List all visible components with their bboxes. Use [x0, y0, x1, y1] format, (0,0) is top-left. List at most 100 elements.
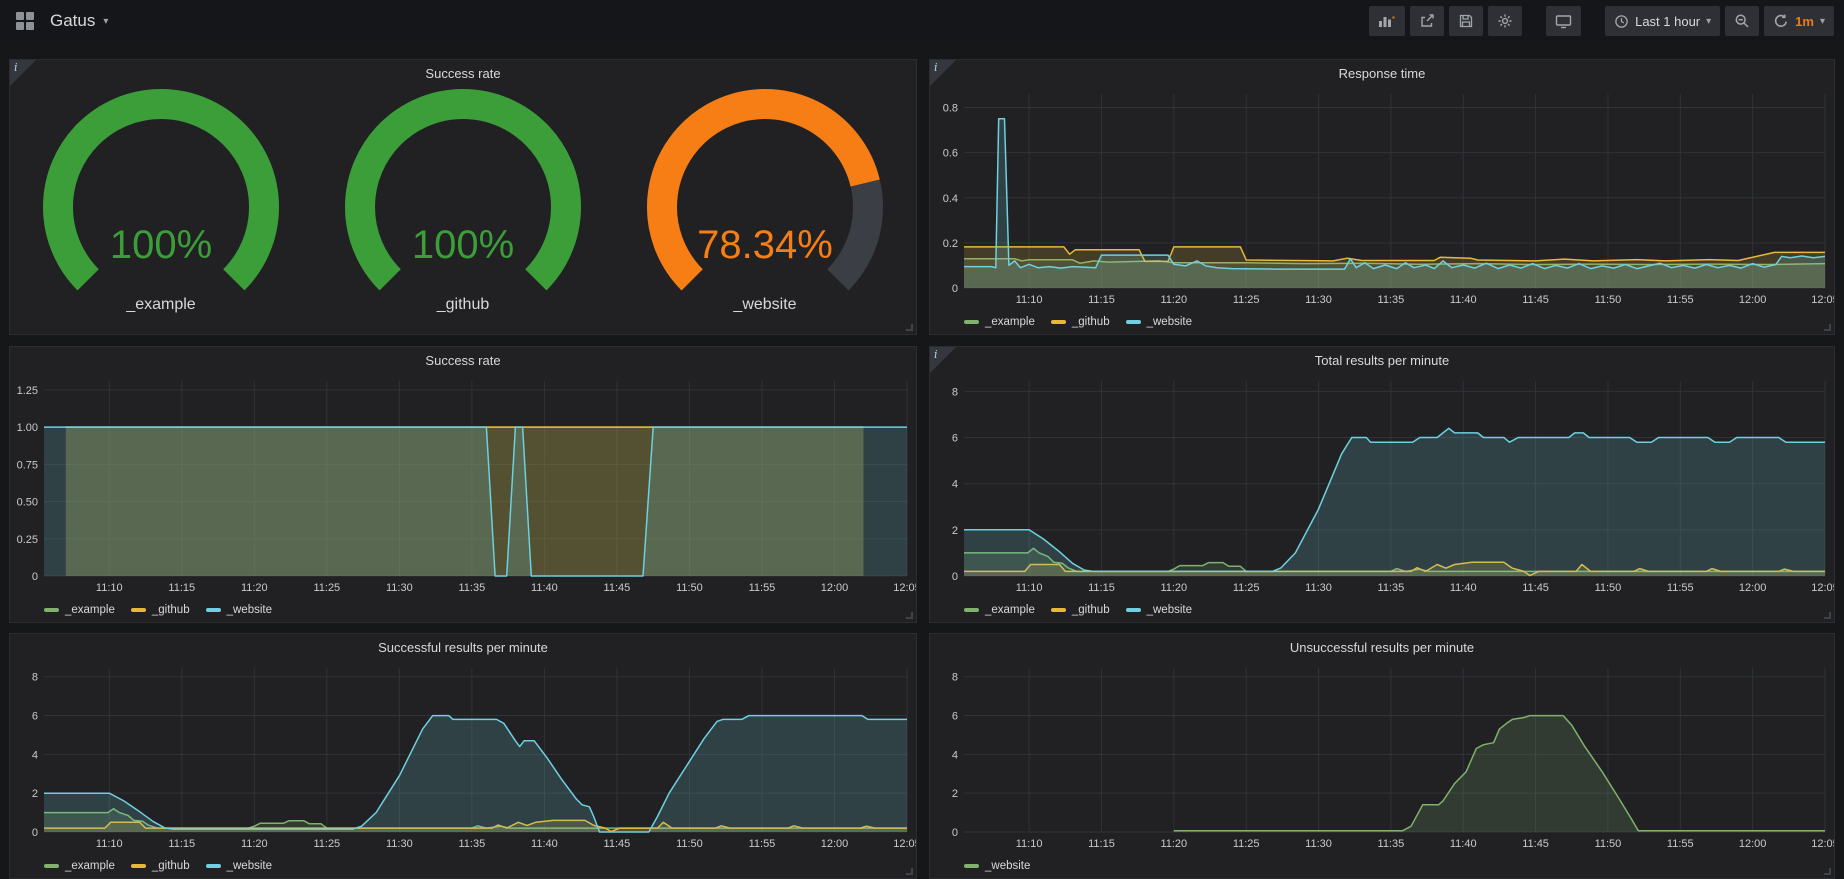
- zoom-out-button[interactable]: [1725, 6, 1759, 36]
- gauge-label: _github: [437, 296, 490, 314]
- panel-info-corner[interactable]: i: [10, 60, 36, 86]
- legend-item-_website[interactable]: _website: [206, 860, 272, 872]
- tv-mode-button[interactable]: [1546, 6, 1581, 36]
- chevron-down-icon: ▾: [1820, 16, 1825, 27]
- panel-resize-handle[interactable]: [1824, 868, 1831, 875]
- x-axis-tick-label: 11:50: [1595, 838, 1622, 850]
- panel-resize-handle[interactable]: [906, 324, 913, 331]
- legend-swatch: [964, 864, 979, 868]
- panel-title[interactable]: Total results per minute: [930, 347, 1834, 373]
- legend-label[interactable]: _github: [152, 860, 190, 872]
- legend-label[interactable]: _example: [65, 604, 115, 616]
- dashboard-title-dropdown[interactable]: Gatus ▾: [50, 11, 108, 31]
- legend-label[interactable]: _github: [152, 604, 190, 616]
- panel-resize-handle[interactable]: [1824, 324, 1831, 331]
- navbar: Gatus ▾: [0, 0, 1844, 42]
- legend-label[interactable]: _website: [1147, 316, 1192, 328]
- x-axis-tick-label: 12:00: [1739, 838, 1767, 850]
- panel-info-corner[interactable]: i: [930, 347, 956, 373]
- x-axis-tick-label: 11:20: [1160, 838, 1187, 850]
- panel-title[interactable]: Unsuccessful results per minute: [930, 634, 1834, 660]
- y-axis-tick-label: 4: [952, 749, 958, 761]
- legend-label[interactable]: _website: [985, 860, 1030, 872]
- panel-title[interactable]: Response time: [930, 60, 1834, 86]
- x-axis-tick-label: 11:40: [531, 838, 558, 850]
- y-axis-tick-label: 0: [952, 571, 958, 583]
- x-axis-tick-label: 11:55: [1667, 294, 1694, 306]
- panel-info-corner[interactable]: i: [930, 60, 956, 86]
- panel-title[interactable]: Successful results per minute: [10, 634, 916, 660]
- zoom-out-icon: [1734, 13, 1750, 29]
- gauge-value: 100%: [110, 223, 212, 267]
- x-axis-tick-label: 12:00: [821, 582, 849, 594]
- x-axis-tick-label: 11:30: [386, 838, 413, 850]
- grafana-menu-button[interactable]: [10, 8, 40, 34]
- panel-title[interactable]: Success rate: [10, 347, 916, 373]
- clock-icon: [1614, 14, 1629, 29]
- legend-item-_github[interactable]: _github: [1051, 316, 1110, 328]
- legend-item-_website[interactable]: _website: [206, 604, 272, 616]
- x-axis-tick-label: 11:25: [1233, 294, 1260, 306]
- gauge-label: _example: [126, 296, 195, 314]
- legend-item-_example[interactable]: _example: [44, 604, 115, 616]
- gauge-_github: 100% _github: [312, 86, 614, 314]
- y-axis-tick-label: 0: [32, 571, 38, 583]
- gauge-value: 100%: [412, 223, 514, 267]
- legend-label[interactable]: _example: [985, 316, 1035, 328]
- x-axis-tick-label: 12:00: [1739, 582, 1767, 594]
- x-axis-tick-label: 11:15: [168, 838, 195, 850]
- legend-item-_github[interactable]: _github: [1051, 604, 1110, 616]
- panel-title[interactable]: Success rate: [10, 60, 916, 86]
- chart-area: 0246811:1011:1511:2011:2511:3011:3511:40…: [930, 373, 1834, 598]
- legend-item-_website[interactable]: _website: [964, 860, 1030, 872]
- x-axis-tick-label: 11:45: [1522, 838, 1549, 850]
- chart-area: 0246811:1011:1511:2011:2511:3011:3511:40…: [10, 660, 916, 854]
- legend-label[interactable]: _website: [227, 604, 272, 616]
- add-panel-button[interactable]: [1369, 6, 1405, 36]
- x-axis-tick-label: 11:25: [1233, 582, 1260, 594]
- panel-resize-handle[interactable]: [906, 612, 913, 619]
- legend-item-_github[interactable]: _github: [131, 604, 190, 616]
- legend-label[interactable]: _example: [985, 604, 1035, 616]
- time-range-label: Last 1 hour: [1635, 14, 1700, 29]
- x-axis-tick-label: 11:10: [1016, 838, 1043, 850]
- legend-item-_example[interactable]: _example: [964, 316, 1035, 328]
- legend-label[interactable]: _website: [1147, 604, 1192, 616]
- panel-resize-handle[interactable]: [906, 868, 913, 875]
- legend-swatch: [206, 864, 221, 868]
- y-axis-tick-label: 4: [32, 749, 38, 761]
- legend-item-_website[interactable]: _website: [1126, 316, 1192, 328]
- x-axis-tick-label: 12:00: [821, 838, 849, 850]
- y-axis-tick-label: 1.25: [17, 385, 38, 397]
- time-range-button[interactable]: Last 1 hour ▾: [1605, 6, 1720, 36]
- x-axis-tick-label: 11:20: [241, 838, 268, 850]
- legend-label[interactable]: _github: [1072, 604, 1110, 616]
- share-button[interactable]: [1410, 6, 1444, 36]
- legend-label[interactable]: _website: [227, 860, 272, 872]
- y-axis-tick-label: 4: [952, 479, 958, 491]
- gauge-_example: 100% _example: [10, 86, 312, 314]
- legend-item-_example[interactable]: _example: [44, 860, 115, 872]
- y-axis-tick-label: 2: [952, 525, 958, 537]
- x-axis-tick-label: 11:45: [1522, 582, 1549, 594]
- y-axis-tick-label: 2: [952, 788, 958, 800]
- x-axis-tick-label: 11:50: [676, 838, 703, 850]
- gauge-value: 78.34%: [697, 223, 833, 267]
- refresh-button[interactable]: 1m ▾: [1764, 6, 1834, 36]
- info-icon: i: [934, 348, 938, 361]
- legend-item-_example[interactable]: _example: [964, 604, 1035, 616]
- x-axis-tick-label: 12:05: [1811, 582, 1834, 594]
- save-button[interactable]: [1449, 6, 1483, 36]
- legend-label[interactable]: _example: [65, 860, 115, 872]
- panel-resize-handle[interactable]: [1824, 612, 1831, 619]
- x-axis-tick-label: 11:55: [749, 838, 776, 850]
- info-icon: i: [934, 61, 938, 74]
- legend-label[interactable]: _github: [1072, 316, 1110, 328]
- x-axis-tick-label: 11:30: [1305, 582, 1332, 594]
- x-axis-tick-label: 11:40: [1450, 582, 1477, 594]
- panel-title-text: Success rate: [425, 353, 500, 368]
- legend-swatch: [1051, 320, 1066, 324]
- settings-button[interactable]: [1488, 6, 1522, 36]
- legend-item-_github[interactable]: _github: [131, 860, 190, 872]
- legend-item-_website[interactable]: _website: [1126, 604, 1192, 616]
